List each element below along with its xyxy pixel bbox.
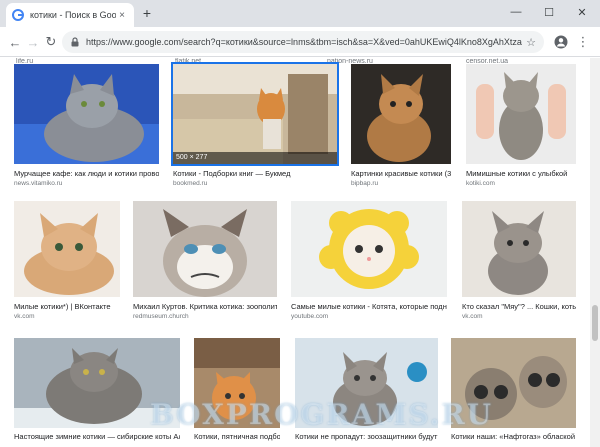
result-source[interactable]: bookmed.ru <box>173 180 337 187</box>
cat-thumbnail[interactable] <box>14 201 120 297</box>
result-caption[interactable]: Настоящие зимние котики — сибирские коты… <box>14 432 180 441</box>
result-caption[interactable]: Мурчащее кафе: как люди и котики проводя… <box>14 169 159 178</box>
result-source[interactable]: redmuseum.church <box>133 313 277 320</box>
result-source[interactable]: news.vitamiko.ru <box>14 180 159 187</box>
vertical-scrollbar[interactable] <box>590 58 600 447</box>
active-tab[interactable]: котики - Поиск в Google × <box>6 3 134 27</box>
image-result[interactable]: Картинки красивые котики (35... bipbap.r… <box>351 64 451 189</box>
browser-toolbar: ← → ↻ https://www.google.com/search?q=ко… <box>0 27 600 57</box>
result-source[interactable]: bipbap.ru <box>351 180 451 187</box>
cat-thumbnail[interactable] <box>171 62 339 166</box>
result-caption[interactable]: Михаил Куртов. Критика котика: зоополити… <box>133 302 277 311</box>
result-caption[interactable]: Мимишные котики с улыбкой <box>466 169 576 178</box>
result-source[interactable]: youtube.com <box>291 313 447 320</box>
menu-kebab-icon[interactable]: ⋮ <box>574 33 592 51</box>
result-source[interactable]: vk.com <box>462 313 576 320</box>
result-caption[interactable]: Милые котики*) | ВКонтакте <box>14 302 120 311</box>
cat-thumbnail[interactable] <box>351 64 451 164</box>
image-result[interactable]: 500 × 277 Котики - Подборки книг — Букме… <box>171 62 339 189</box>
tab-title: котики - Поиск в Google <box>30 10 116 20</box>
image-result[interactable]: Самые милые котики - Котята, которые под… <box>291 201 447 326</box>
result-source[interactable]: kotiki.com <box>466 180 576 187</box>
cat-thumbnail[interactable] <box>291 201 447 297</box>
bookmark-star-icon[interactable]: ☆ <box>526 36 536 49</box>
result-source[interactable]: vk.com <box>14 313 120 320</box>
cat-thumbnail[interactable] <box>466 64 576 164</box>
result-caption[interactable]: Котики наши: «Нафтогаз» облаской и... <box>451 432 576 441</box>
minimize-button[interactable]: — <box>500 0 532 24</box>
result-caption[interactable]: Котики не пропадут: зоозащитники будут п… <box>295 432 438 441</box>
result-caption[interactable]: Самые милые котики - Котята, которые под… <box>291 302 447 311</box>
window-close-button[interactable]: ✕ <box>566 0 598 24</box>
tab-strip: котики - Поиск в Google × + — ☐ ✕ <box>0 0 600 27</box>
result-caption[interactable]: Котики - Подборки книг — Букмед <box>173 169 337 178</box>
image-result[interactable]: Кто сказал "Мяу"? ... Кошки, коты, ... v… <box>462 201 576 326</box>
image-result[interactable]: Михаил Куртов. Критика котика: зоополити… <box>133 201 277 326</box>
result-caption[interactable]: Кто сказал "Мяу"? ... Кошки, коты, ... <box>462 302 576 311</box>
url-text[interactable]: https://www.google.com/search?q=котики&s… <box>86 37 522 47</box>
scrollbar-thumb[interactable] <box>592 305 598 341</box>
result-caption[interactable]: Котики, пятничная подбо... <box>194 432 280 441</box>
tab-close-icon[interactable]: × <box>116 10 128 21</box>
cat-thumbnail[interactable] <box>133 201 277 297</box>
cat-thumbnail[interactable] <box>462 201 576 297</box>
reload-button[interactable]: ↻ <box>42 33 60 51</box>
new-tab-button[interactable]: + <box>139 5 155 21</box>
lock-icon <box>71 37 79 47</box>
image-result[interactable]: Мурчащее кафе: как люди и котики проводя… <box>14 64 159 189</box>
back-button[interactable]: ← <box>6 33 24 51</box>
image-result[interactable]: Милые котики*) | ВКонтакте vk.com <box>14 201 120 326</box>
maximize-button[interactable]: ☐ <box>533 0 565 24</box>
profile-icon[interactable] <box>552 33 570 51</box>
forward-button[interactable]: → <box>24 33 42 51</box>
google-favicon-icon <box>12 9 24 21</box>
image-dimensions: 500 × 277 <box>173 152 337 164</box>
image-result[interactable]: Мимишные котики с улыбкой kotiki.com <box>466 64 576 189</box>
image-results: life.ru flatik.net nation-news.ru censor… <box>0 58 590 447</box>
result-caption[interactable]: Картинки красивые котики (35... <box>351 169 451 178</box>
cat-thumbnail[interactable] <box>14 64 159 164</box>
watermark: BOXPROGRAMS.RU <box>150 398 494 431</box>
address-bar[interactable]: https://www.google.com/search?q=котики&s… <box>62 31 544 53</box>
